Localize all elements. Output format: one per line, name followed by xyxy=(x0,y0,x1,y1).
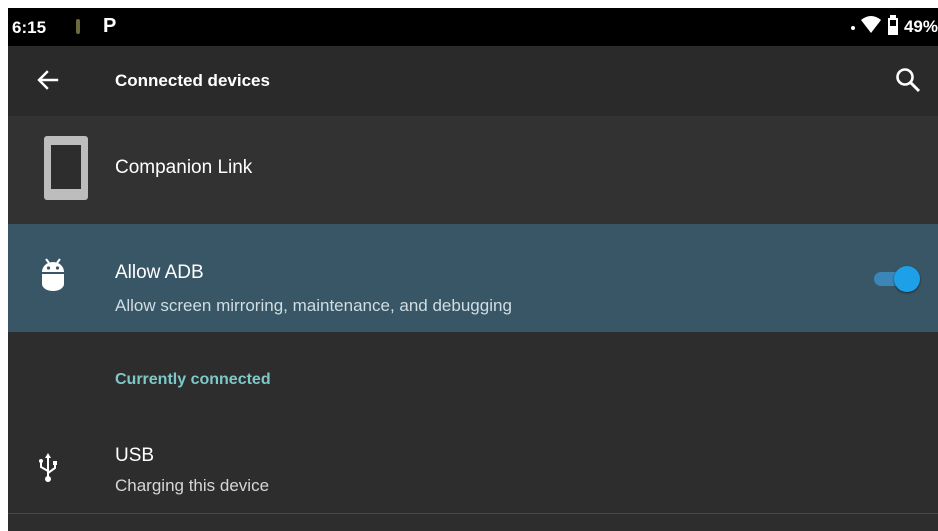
arrow-back-icon[interactable] xyxy=(36,68,60,97)
battery-icon xyxy=(886,14,900,41)
section-header-currently-connected: Currently connected xyxy=(115,371,271,388)
allow-adb-title: Allow ADB xyxy=(115,262,204,283)
search-icon[interactable] xyxy=(894,66,922,99)
usb-subtitle: Charging this device xyxy=(115,476,270,495)
battery-percent: 49% xyxy=(903,17,938,36)
android-screen: 6:15 P 49% Connected devices Companion L… xyxy=(8,8,938,531)
app-bar: Connected devices xyxy=(8,46,938,116)
usb-title: USB xyxy=(115,445,155,466)
status-time: 6:15 xyxy=(12,18,47,37)
status-bar: 6:15 P 49% xyxy=(8,8,938,46)
tablet-icon xyxy=(44,136,88,205)
usb-icon xyxy=(38,453,58,488)
allow-adb-toggle[interactable] xyxy=(872,265,920,293)
notification-icon xyxy=(76,19,80,34)
companion-link-item[interactable]: Companion Link xyxy=(8,116,938,224)
android-icon xyxy=(40,258,66,297)
signal-dot-icon xyxy=(850,14,856,41)
toggle-thumb xyxy=(894,266,920,292)
wifi-icon xyxy=(860,14,882,41)
usb-item[interactable]: USB Charging this device xyxy=(8,424,938,514)
allow-adb-item[interactable]: Allow ADB Allow screen mirroring, mainte… xyxy=(8,224,938,332)
allow-adb-subtitle: Allow screen mirroring, maintenance, and… xyxy=(115,296,512,315)
list-divider xyxy=(8,513,938,514)
p-app-icon: P xyxy=(103,15,117,37)
companion-link-title: Companion Link xyxy=(115,157,253,178)
page-title: Connected devices xyxy=(115,71,270,90)
status-icons: 49% xyxy=(850,14,938,41)
